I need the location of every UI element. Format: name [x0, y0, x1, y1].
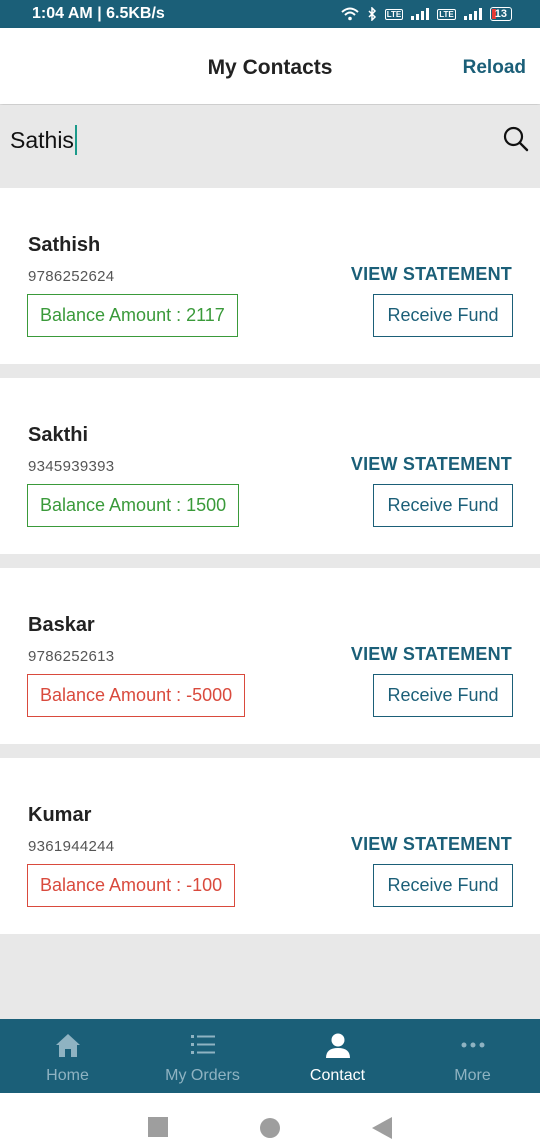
contact-card: Baskar 9786252613 Balance Amount : -5000…	[0, 568, 540, 744]
signal-icon	[411, 8, 430, 20]
view-statement-link[interactable]: VIEW STATEMENT	[351, 834, 512, 855]
person-icon	[325, 1033, 350, 1058]
status-time: 1:04 AM | 6.5KB/s	[32, 5, 165, 22]
back-button-icon[interactable]	[372, 1117, 392, 1139]
nav-label: My Orders	[165, 1067, 240, 1084]
receive-fund-button[interactable]: Receive Fund	[373, 484, 513, 527]
battery-level: 13	[494, 8, 507, 20]
reload-button[interactable]: Reload	[463, 57, 526, 79]
volte-icon: LTE	[384, 8, 404, 20]
contact-card: Sathish 9786252624 Balance Amount : 2117…	[0, 188, 540, 364]
nav-contact[interactable]: Contact	[270, 1019, 405, 1093]
balance-amount-badge: Balance Amount : -100	[27, 864, 236, 907]
contact-phone: 9786252624	[28, 268, 115, 285]
list-icon	[190, 1035, 215, 1054]
contact-list: Sathish 9786252624 Balance Amount : 2117…	[0, 188, 540, 948]
recents-button-icon[interactable]	[148, 1117, 168, 1137]
volte-icon-2: LTE	[437, 8, 456, 20]
status-icons: LTE LTE 13	[341, 7, 512, 21]
bottom-nav: Home My Orders Contact More	[0, 1019, 540, 1093]
contact-phone: 9345939393	[28, 458, 115, 475]
app-bar: My Contacts Reload	[0, 28, 540, 104]
text-cursor	[74, 125, 77, 155]
balance-amount-badge: Balance Amount : 1500	[27, 484, 240, 527]
contact-card: Kumar 9361944244 Balance Amount : -100 V…	[0, 758, 540, 934]
view-statement-link[interactable]: VIEW STATEMENT	[351, 264, 512, 285]
nav-more[interactable]: More	[405, 1019, 540, 1093]
home-button-icon[interactable]	[259, 1117, 281, 1139]
bluetooth-icon	[368, 7, 376, 21]
view-statement-link[interactable]: VIEW STATEMENT	[351, 454, 512, 475]
balance-amount-badge: Balance Amount : 2117	[27, 294, 238, 337]
home-icon	[55, 1034, 80, 1057]
balance-amount-badge: Balance Amount : -5000	[27, 674, 246, 717]
wifi-icon	[341, 7, 359, 21]
search-bar: Sathis	[0, 105, 540, 174]
nav-label: More	[454, 1067, 491, 1084]
more-dots-icon	[461, 1042, 484, 1048]
status-bar: 1:04 AM | 6.5KB/s LTE LTE 13	[0, 0, 540, 28]
receive-fund-button[interactable]: Receive Fund	[373, 674, 513, 717]
search-icon[interactable]	[502, 125, 530, 153]
page-title: My Contacts	[207, 56, 333, 79]
contact-name: Sakthi	[28, 424, 89, 446]
contact-name: Baskar	[28, 614, 95, 636]
system-nav-bar	[0, 1093, 540, 1146]
contact-name: Kumar	[28, 804, 92, 826]
receive-fund-button[interactable]: Receive Fund	[373, 864, 513, 907]
nav-my-orders[interactable]: My Orders	[135, 1019, 270, 1093]
search-input-value: Sathis	[10, 126, 74, 153]
nav-home[interactable]: Home	[0, 1019, 135, 1093]
nav-label: Home	[46, 1067, 89, 1084]
contact-phone: 9361944244	[28, 838, 115, 855]
signal-icon-2	[463, 8, 482, 20]
view-statement-link[interactable]: VIEW STATEMENT	[351, 644, 512, 665]
contact-phone: 9786252613	[28, 648, 115, 665]
receive-fund-button[interactable]: Receive Fund	[373, 294, 513, 337]
nav-label: Contact	[309, 1067, 366, 1084]
contact-card: Sakthi 9345939393 Balance Amount : 1500 …	[0, 378, 540, 554]
contact-name: Sathish	[28, 234, 101, 256]
search-input[interactable]: Sathis	[10, 125, 77, 155]
battery-icon: 13	[489, 7, 512, 21]
